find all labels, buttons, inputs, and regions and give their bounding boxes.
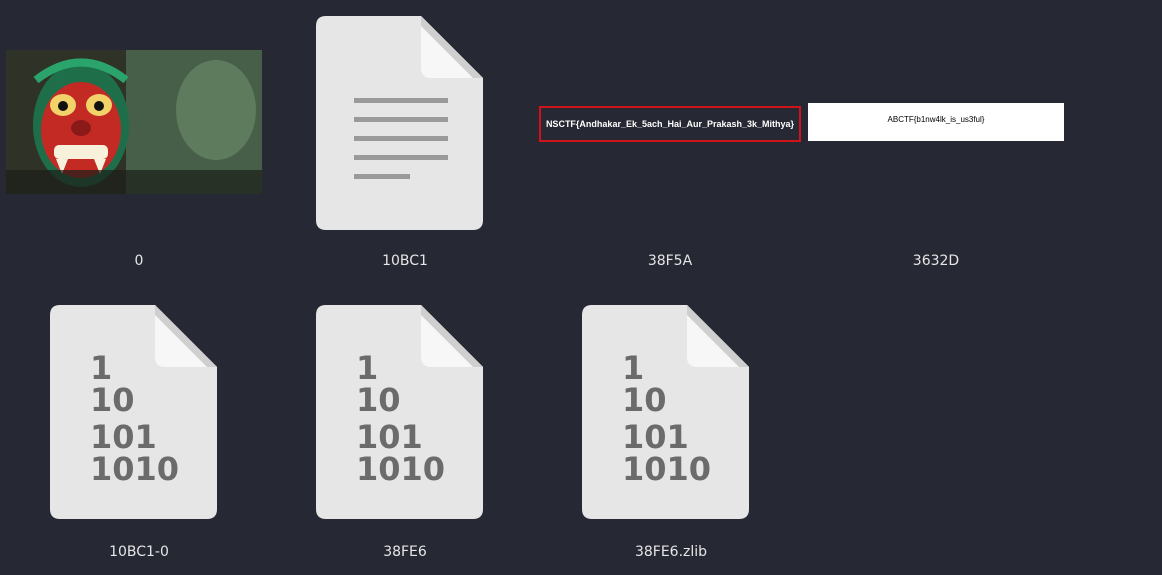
file-name: 38FE6.zlib	[634, 544, 708, 560]
svg-text:10: 10	[356, 381, 401, 419]
flag-text: NSCTF{Andhakar_Ek_5ach_Hai_Aur_Prakash_3…	[539, 106, 801, 142]
file-item[interactable]: NSCTF{Andhakar_Ek_5ach_Hai_Aur_Prakash_3…	[537, 16, 803, 286]
file-item[interactable]: 1 10 101 1010 38FE6.zlib	[538, 305, 804, 575]
text-document-icon	[316, 16, 483, 230]
file-name: 38FE6	[383, 544, 427, 560]
file-item[interactable]: 10BC1	[272, 16, 538, 286]
file-item[interactable]: ABCTF{b1nw4lk_is_us3ful} 3632D	[803, 16, 1069, 286]
file-name: 0	[134, 253, 144, 269]
binary-file-icon: 1 10 101 1010	[582, 305, 749, 519]
svg-text:1010: 1010	[90, 450, 179, 488]
image-thumbnail: NSCTF{Andhakar_Ek_5ach_Hai_Aur_Prakash_3…	[537, 104, 803, 144]
binary-file-icon: 1 10 101 1010	[316, 305, 483, 519]
file-name: 38F5A	[647, 253, 693, 269]
file-name: 10BC1	[382, 253, 428, 269]
svg-text:10: 10	[90, 381, 135, 419]
file-item[interactable]: 1 10 101 1010 10BC1-0	[6, 305, 272, 575]
file-name: 10BC1-0	[109, 544, 169, 560]
svg-text:10: 10	[622, 381, 667, 419]
image-thumbnail: ABCTF{b1nw4lk_is_us3ful}	[808, 103, 1064, 141]
svg-text:1010: 1010	[356, 450, 445, 488]
file-item[interactable]: 1 10 101 1010 38FE6	[272, 305, 538, 575]
file-item[interactable]: 0	[6, 16, 272, 286]
image-thumbnail	[6, 50, 262, 194]
file-name: 3632D	[912, 253, 960, 269]
binary-file-icon: 1 10 101 1010	[50, 305, 217, 519]
svg-text:1010: 1010	[622, 450, 711, 488]
